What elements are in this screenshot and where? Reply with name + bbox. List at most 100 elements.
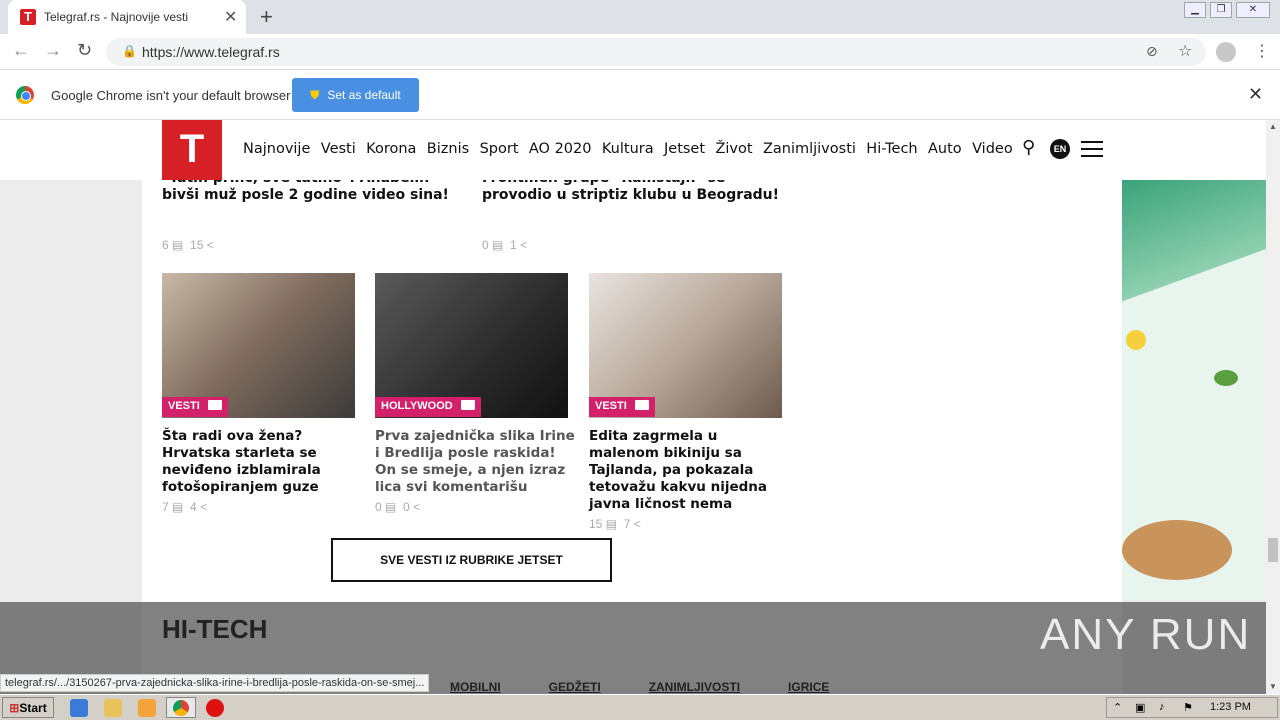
url-text: https://www.telegraf.rs xyxy=(142,44,280,60)
category-tag[interactable]: VESTI xyxy=(589,397,655,417)
chrome-icon xyxy=(173,700,189,716)
comment-icon: ▤ xyxy=(172,500,184,514)
comment-icon: ▤ xyxy=(385,500,397,514)
ie-icon[interactable] xyxy=(70,699,88,717)
tab-strip: T Telegraf.rs - Najnovije vesti ✕ + ▁ ❐ … xyxy=(0,0,1280,34)
comment-count: 0 xyxy=(482,238,489,252)
article-card[interactable]: VESTI Edita zagrmela u malenom bikiniju … xyxy=(589,273,789,531)
article-meta: 0 ▤ 1 < xyxy=(482,238,527,252)
share-icon[interactable]: < xyxy=(413,500,420,514)
camera-icon xyxy=(634,400,649,410)
close-tab-icon[interactable]: ✕ xyxy=(224,7,237,27)
hamburger-menu-icon[interactable] xyxy=(1081,141,1103,157)
side-advertisement[interactable] xyxy=(1122,180,1266,600)
menu-item[interactable]: Život xyxy=(715,141,752,157)
search-icon[interactable]: ⚲ xyxy=(1022,137,1035,158)
new-tab-icon[interactable]: + xyxy=(260,4,273,30)
section-title[interactable]: HI-TECH xyxy=(162,614,267,645)
set-as-default-label: Set as default xyxy=(327,87,401,102)
scroll-down-icon[interactable]: ▼ xyxy=(1269,682,1277,691)
clock[interactable]: 1:23 PM xyxy=(1210,701,1251,713)
scrollbar-thumb[interactable] xyxy=(1268,538,1278,562)
tag-label: VESTI xyxy=(595,400,627,412)
minimize-icon[interactable]: ▁ xyxy=(1184,2,1206,18)
network-icon[interactable]: ▣ xyxy=(1135,701,1145,714)
media-player-icon[interactable] xyxy=(138,699,156,717)
address-bar[interactable]: 🔒 https://www.telegraf.rs ⊘ ☆ xyxy=(106,38,1206,66)
all-jetset-news-button[interactable]: SVE VESTI IZ RUBRIKE JETSET xyxy=(331,538,612,582)
comment-icon: ▤ xyxy=(492,238,504,252)
windows-logo-icon: ⊞ xyxy=(9,700,20,715)
tab-title: Telegraf.rs - Najnovije vesti xyxy=(44,10,189,24)
system-tray: ⌃ ▣ ♪ ⚑ xyxy=(1106,697,1278,718)
share-icon[interactable]: < xyxy=(520,238,527,252)
menu-item[interactable]: Sport xyxy=(480,141,519,157)
infobar-message: Google Chrome isn't your default browser xyxy=(51,88,291,103)
language-switch[interactable]: EN xyxy=(1050,139,1070,159)
scroll-up-icon[interactable]: ▲ xyxy=(1269,122,1277,131)
menu-item[interactable]: Biznis xyxy=(427,141,469,157)
share-icon[interactable]: < xyxy=(634,517,641,531)
menu-item[interactable]: Kultura xyxy=(602,141,654,157)
menu-item[interactable]: Auto xyxy=(928,141,962,157)
opera-icon[interactable] xyxy=(206,699,224,717)
card-title[interactable]: Prva zajednička slika Irine i Bredlija p… xyxy=(375,428,575,496)
share-count: 7 xyxy=(623,517,631,531)
subnav-item[interactable]: ZANIMLJIVOSTI xyxy=(649,680,740,694)
start-button[interactable]: ⊞Start xyxy=(2,697,54,718)
category-tag[interactable]: VESTI xyxy=(162,397,228,417)
menu-item[interactable]: Hi-Tech xyxy=(866,141,917,157)
back-icon[interactable]: ← xyxy=(12,40,30,61)
subnav-item[interactable]: GEDŽETI xyxy=(549,680,601,694)
close-window-icon[interactable]: ✕ xyxy=(1236,2,1270,18)
share-icon[interactable]: < xyxy=(207,238,214,252)
site-header: T Najnovije Vesti Korona Biznis Sport AO 2020… xyxy=(0,120,1266,180)
reload-icon[interactable]: ↻ xyxy=(77,40,92,61)
share-count: 15 xyxy=(190,238,204,252)
article-meta: 15 ▤ 7 < xyxy=(589,517,789,531)
share-count: 1 xyxy=(510,238,517,252)
volume-icon[interactable]: ♪ xyxy=(1159,701,1165,713)
article-card[interactable]: HOLLYWOOD Prva zajednička slika Irine i … xyxy=(375,273,575,514)
headline-line: provodio u striptiz klubu u Beogradu! xyxy=(482,187,780,203)
card-title[interactable]: Edita zagrmela u malenom bikiniju sa Taj… xyxy=(589,428,789,513)
menu-item[interactable]: Najnovije xyxy=(243,141,310,157)
category-tag[interactable]: HOLLYWOOD xyxy=(375,397,481,417)
subnav-item[interactable]: IGRICE xyxy=(788,680,829,694)
set-as-default-button[interactable]: ⛊ Set as default xyxy=(292,78,419,112)
telegraf-logo[interactable]: T xyxy=(162,120,222,180)
menu-item[interactable]: AO 2020 xyxy=(529,141,592,157)
windows-taskbar: ⊞Start ⌃ ▣ ♪ ⚑ 1:23 PM xyxy=(0,694,1280,720)
explorer-folder-icon[interactable] xyxy=(104,699,122,717)
vertical-scrollbar[interactable]: ▲ ▼ xyxy=(1266,120,1280,694)
article-meta: 7 ▤ 4 < xyxy=(162,500,362,514)
browser-tab[interactable]: T Telegraf.rs - Najnovije vesti ✕ xyxy=(8,0,246,34)
card-title[interactable]: Šta radi ova žena? Hrvatska starleta se … xyxy=(162,428,362,496)
profile-avatar-icon[interactable] xyxy=(1216,42,1236,62)
flag-icon[interactable]: ⚑ xyxy=(1183,701,1193,714)
menu-item[interactable]: Jetset xyxy=(664,141,705,157)
share-icon[interactable]: < xyxy=(200,500,207,514)
blocked-popup-icon[interactable]: ⊘ xyxy=(1146,43,1158,60)
forward-icon[interactable]: → xyxy=(44,40,62,61)
article-meta: 0 ▤ 0 < xyxy=(375,500,575,514)
menu-item[interactable]: Vesti xyxy=(321,141,356,157)
subnav-item[interactable]: MOBILNI xyxy=(450,680,501,694)
chrome-taskbar-button[interactable] xyxy=(166,697,196,718)
maximize-icon[interactable]: ❐ xyxy=(1210,2,1232,18)
article-card[interactable]: VESTI Šta radi ova žena? Hrvatska starle… xyxy=(162,273,362,514)
menu-item[interactable]: Video xyxy=(972,141,1013,157)
start-label: Start xyxy=(19,700,47,715)
status-bar-url: telegraf.rs/.../3150267-prva-zajednicka-… xyxy=(0,674,430,692)
tray-expand-icon[interactable]: ⌃ xyxy=(1113,701,1122,714)
headline-line: bivši muž posle 2 godine video sina! xyxy=(162,187,449,203)
telegraf-favicon-icon: T xyxy=(20,9,36,25)
chrome-menu-icon[interactable]: ⋮ xyxy=(1254,41,1270,61)
lock-icon[interactable]: 🔒 xyxy=(122,44,137,58)
menu-item[interactable]: Korona xyxy=(366,141,416,157)
menu-item[interactable]: Zanimljivosti xyxy=(763,141,856,157)
browser-toolbar: ← → ↻ 🔒 https://www.telegraf.rs ⊘ ☆ ⋮ xyxy=(0,34,1280,70)
bookmark-star-icon[interactable]: ☆ xyxy=(1178,41,1192,61)
infobar-close-icon[interactable]: ✕ xyxy=(1248,84,1263,105)
cheese-board-image xyxy=(1122,520,1232,580)
